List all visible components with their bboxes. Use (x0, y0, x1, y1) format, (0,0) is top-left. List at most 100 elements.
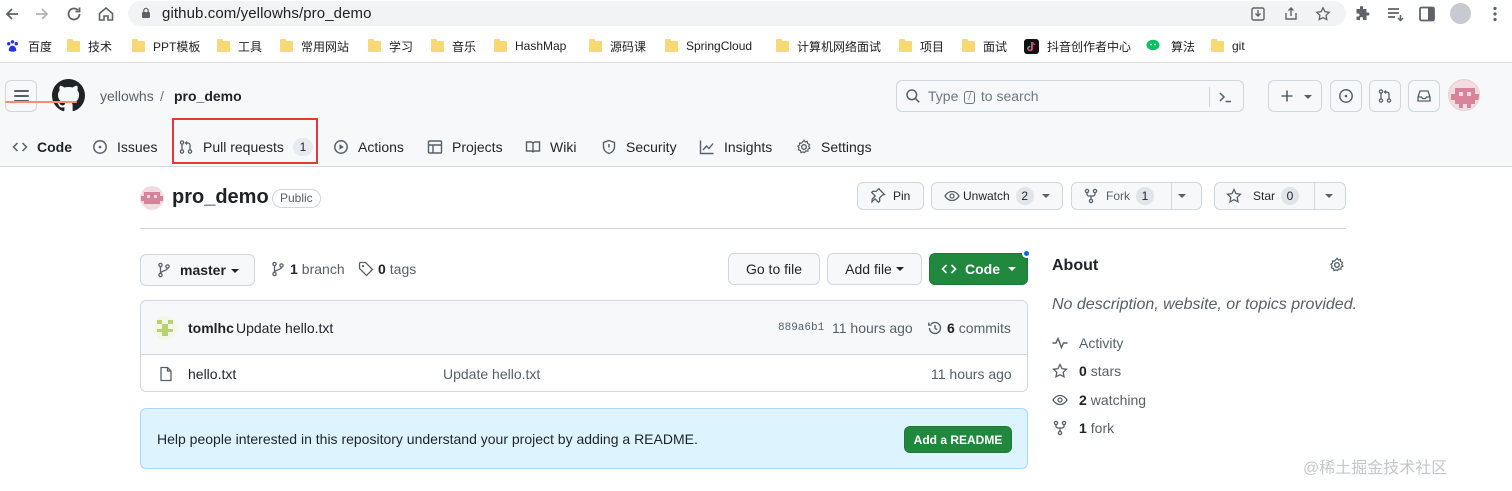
issues-button[interactable] (1330, 80, 1362, 112)
extensions-icon[interactable] (1353, 4, 1373, 24)
bookmark-folder[interactable]: 计算机网络面试 (776, 38, 881, 54)
bookmark-folder[interactable]: git (1211, 38, 1245, 54)
bookmark-folder[interactable]: 项目 (899, 38, 944, 54)
search-icon (905, 88, 921, 104)
pin-button[interactable]: Pin (857, 182, 924, 210)
more-icon[interactable] (1485, 4, 1505, 24)
tab-projects[interactable]: Projects (427, 127, 503, 167)
pull-requests-button[interactable] (1369, 80, 1401, 112)
issue-icon (1339, 89, 1353, 103)
star-button[interactable]: Star 0 (1214, 182, 1346, 210)
tab-actions[interactable]: Actions (333, 127, 404, 167)
readme-banner: Help people interested in this repositor… (140, 408, 1028, 469)
repo-title[interactable]: pro_demo (172, 186, 269, 209)
caret-down-icon (231, 269, 239, 273)
graph-icon (699, 140, 714, 155)
fork-icon (1053, 420, 1067, 436)
tab-issues[interactable]: Issues (92, 127, 157, 167)
file-commit-message[interactable]: Update hello.txt (443, 366, 540, 382)
bookmark-folder[interactable]: 学习 (368, 38, 413, 54)
forward-icon[interactable] (32, 4, 52, 24)
create-new-button[interactable] (1268, 80, 1322, 112)
breadcrumb-owner[interactable]: yellowhs (100, 88, 154, 104)
commit-sha[interactable]: 889a6b1 (778, 322, 824, 334)
menu-button[interactable] (5, 80, 37, 112)
fork-icon (1084, 188, 1098, 204)
file-name[interactable]: hello.txt (188, 366, 236, 382)
bookmark-folder[interactable]: 工具 (217, 38, 262, 54)
commit-author-avatar[interactable] (153, 316, 177, 340)
code-icon (941, 264, 957, 274)
watermark: @稀土掘金技术社区 (1303, 460, 1448, 477)
folder-icon (67, 38, 80, 52)
go-to-file-button[interactable]: Go to file (728, 253, 820, 285)
commits-link[interactable]: 6 commits (927, 320, 1011, 336)
branch-selector[interactable]: master (140, 254, 255, 286)
add-file-button[interactable]: Add file (827, 253, 922, 285)
bookmark-douyin[interactable]: 抖音创作者中心 (1024, 38, 1131, 54)
code-icon (12, 142, 28, 152)
url-text[interactable]: github.com/yellowhs/pro_demo (162, 5, 372, 22)
bookmark-folder[interactable]: 常用网站 (280, 38, 349, 54)
tab-security[interactable]: Security (601, 127, 677, 167)
profile-avatar[interactable] (1450, 3, 1471, 24)
caret-down-icon (1325, 194, 1334, 198)
reading-list-icon[interactable] (1385, 4, 1405, 24)
eye-icon (1052, 394, 1068, 406)
bookmark-folder[interactable]: PPT模板 (132, 38, 200, 54)
issue-icon (93, 140, 107, 154)
search-input[interactable]: Type / to search (896, 80, 1244, 112)
bookmark-folder[interactable]: 面试 (962, 38, 1007, 54)
stars-link[interactable]: 0 stars (1052, 363, 1121, 379)
add-readme-button[interactable]: Add a README (904, 426, 1012, 453)
notification-dot (1022, 249, 1031, 258)
pin-icon (870, 188, 886, 204)
activity-link[interactable]: Activity (1052, 335, 1123, 351)
gear-icon (796, 139, 811, 154)
repo-owner-avatar[interactable] (140, 186, 164, 210)
star-count: 0 (1281, 187, 1300, 205)
gear-icon[interactable] (1329, 257, 1345, 273)
command-palette-icon[interactable] (1217, 89, 1233, 105)
github-logo-icon[interactable] (52, 79, 85, 112)
bookmark-wechat[interactable]: 算法 (1146, 38, 1195, 54)
star-icon (1226, 188, 1242, 203)
visibility-badge: Public (272, 189, 321, 208)
user-avatar[interactable] (1448, 79, 1480, 111)
home-icon[interactable] (96, 4, 116, 24)
tab-insights[interactable]: Insights (699, 127, 772, 167)
share-icon[interactable] (1283, 6, 1299, 22)
bookmark-folder[interactable]: 技术 (67, 38, 112, 54)
tab-code[interactable]: Code (12, 127, 72, 167)
bookmark-folder[interactable]: 音乐 (431, 38, 476, 54)
back-icon[interactable] (2, 4, 22, 24)
address-bar[interactable]: github.com/yellowhs/pro_demo (128, 1, 1346, 26)
fork-button[interactable]: Fork 1 (1071, 182, 1202, 210)
pulse-icon (1052, 336, 1068, 350)
watching-link[interactable]: 2 watching (1052, 392, 1146, 408)
forks-link[interactable]: 1 fork (1052, 420, 1114, 436)
tab-settings[interactable]: Settings (796, 127, 872, 167)
folder-icon (217, 38, 230, 52)
bookmark-folder[interactable]: 源码课 (589, 38, 646, 54)
commit-message[interactable]: Update hello.txt (236, 320, 333, 336)
inbox-button[interactable] (1408, 80, 1440, 112)
tab-wiki[interactable]: Wiki (525, 127, 576, 167)
branches-link[interactable]: 1 branch (270, 261, 345, 277)
tags-link[interactable]: 0 tags (358, 261, 416, 277)
caret-down-icon (895, 267, 904, 271)
breadcrumb-repo[interactable]: pro_demo (174, 88, 242, 104)
bookmark-folder[interactable]: HashMap (494, 38, 566, 54)
reload-icon[interactable] (64, 4, 84, 24)
install-icon[interactable] (1250, 6, 1266, 22)
code-button[interactable]: Code (929, 253, 1028, 285)
file-updated-time: 11 hours ago (931, 366, 1012, 382)
commit-author[interactable]: tomlhc (188, 320, 234, 336)
bookmark-folder[interactable]: SpringCloud (665, 38, 752, 54)
search-divider (1209, 87, 1210, 107)
bookmark-star-icon[interactable] (1315, 6, 1331, 22)
watch-button[interactable]: Unwatch 2 (931, 182, 1063, 210)
file-table: tomlhc Update hello.txt 889a6b1 11 hours… (140, 300, 1028, 392)
side-panel-icon[interactable] (1417, 4, 1437, 24)
bookmark-baidu[interactable]: 百度 (5, 38, 52, 54)
